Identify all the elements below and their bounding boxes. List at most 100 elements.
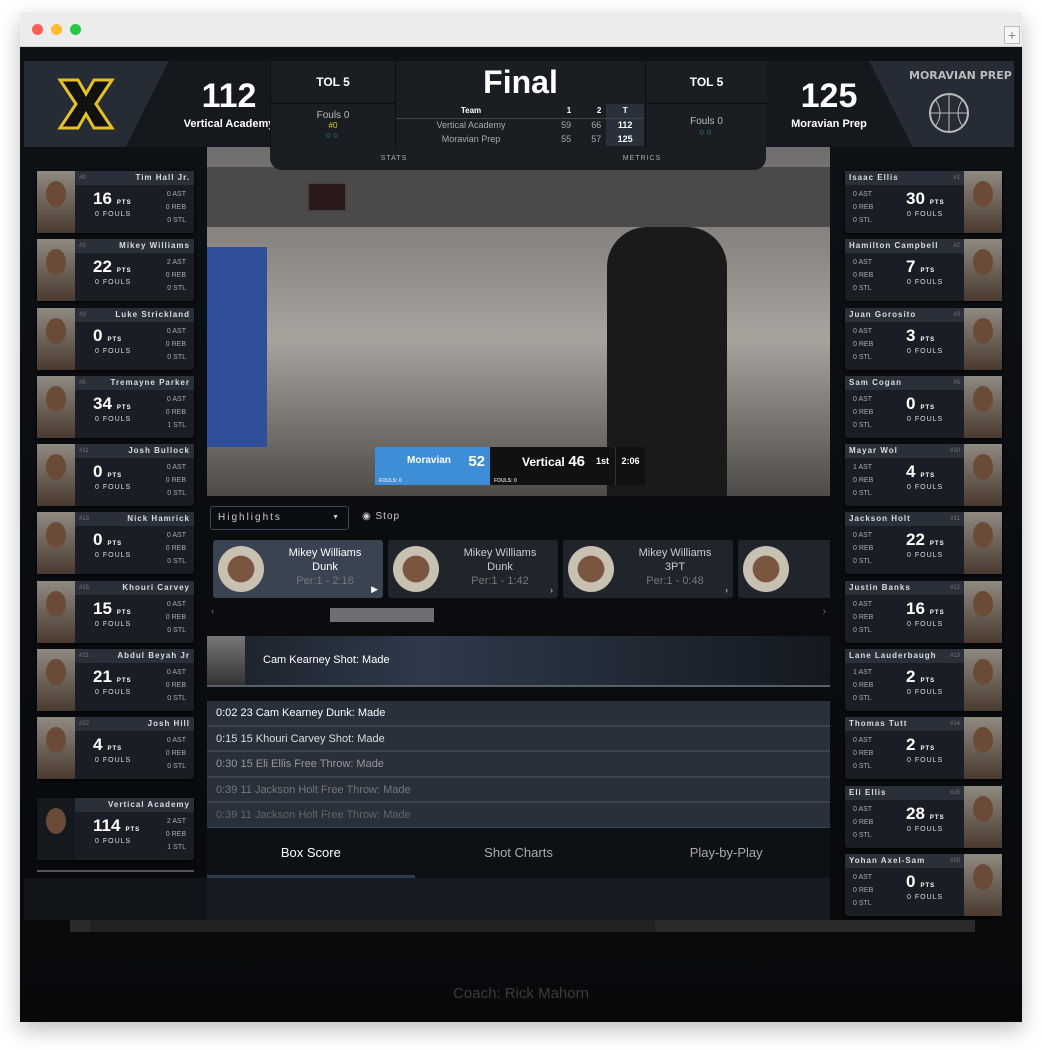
chevron-right-icon[interactable]: ›: [725, 585, 728, 595]
pts-label: PTS: [920, 336, 936, 343]
play-by-play-row[interactable]: 0:30 15 Eli Ellis Free Throw: Made: [207, 752, 830, 778]
chevron-left-icon[interactable]: ‹: [211, 606, 214, 617]
player-card[interactable]: #20 Yohan Axel-Sam 0 PTS 0 FOULS 0 AST 0 RE…: [845, 853, 1002, 916]
fouls: 0: [907, 484, 912, 492]
new-tab-button[interactable]: +: [1004, 26, 1020, 44]
player-name: Isaac Ellis: [849, 173, 899, 182]
chevron-down-icon: ▼: [332, 514, 341, 521]
ast-label: AST: [858, 737, 873, 745]
play-by-play-row[interactable]: 0:15 15 Khouri Carvey Shot: Made: [207, 726, 830, 752]
player-card[interactable]: #3 Luke Strickland 0 PTS 0 FOULS 0 AST 0 RE…: [37, 307, 194, 370]
player-card[interactable]: #12 Justin Banks 16 PTS 0 FOULS 0 AST 0 REB…: [845, 580, 1002, 643]
player-card[interactable]: #15 Khouri Carvey 15 PTS 0 FOULS 0 AST 0 RE…: [37, 580, 194, 643]
jersey-number: #13: [79, 516, 90, 523]
minimize-window-button[interactable]: [51, 24, 62, 35]
home-fouls: Fouls 0: [316, 110, 350, 121]
player-card[interactable]: #1 Isaac Ellis 30 PTS 0 FOULS 0 AST 0 REB 0 …: [845, 171, 1002, 233]
player-card[interactable]: #15 Eli Ellis 28 PTS 0 FOULS 0 AST 0 REB 0 S…: [845, 785, 1002, 848]
player-card[interactable]: #1 Mikey Williams 22 PTS 0 FOULS 2 AST 0 RE…: [37, 239, 194, 302]
player-card[interactable]: #21 Abdul Beyah Jr 21 PTS 0 FOULS 0 AST 0 R…: [37, 649, 194, 712]
player-card[interactable]: Vertical Academy 114 PTS 0 FOULS 2 AST 0 R…: [37, 797, 194, 860]
player-card[interactable]: #5 Tremayne Parker 34 PTS 0 FOULS 0 AST 0 R…: [37, 375, 194, 438]
ast-label: AST: [172, 191, 186, 198]
ast-label: AST: [858, 191, 873, 198]
fouls: 0: [95, 620, 100, 628]
tab-shot-charts[interactable]: Shot Charts: [415, 828, 623, 878]
player-card[interactable]: #0 Tim Hall Jr. 16 PTS 0 FOULS 0 AST 0 REB 0…: [37, 171, 194, 233]
assists: 0: [853, 805, 857, 813]
player-figure: [207, 247, 267, 447]
jersey-number: #11: [950, 516, 960, 523]
bug-home-score: 46: [568, 453, 585, 470]
tab-metrics[interactable]: METRICS: [518, 147, 766, 170]
tab-stats[interactable]: STATS: [270, 147, 518, 170]
player-card[interactable]: #22 Josh Hill 4 PTS 0 FOULS 0 AST 0 REB 0 ST…: [37, 717, 194, 780]
jersey-number: #2: [953, 243, 960, 250]
steals: 0: [853, 217, 857, 224]
scrollbar-thumb[interactable]: [90, 920, 655, 932]
highlight-card[interactable]: Mikey Williams Dunk Per:1 - 2:18 ▶: [213, 540, 383, 598]
play-by-play-row[interactable]: 0:02 23 Cam Kearney Dunk: Made: [207, 701, 830, 727]
points: 22: [93, 257, 112, 277]
jersey-number: #1: [79, 243, 86, 250]
close-window-button[interactable]: [32, 24, 43, 35]
points: 0: [906, 393, 916, 413]
away-timeouts-box: TOL 5 Fouls 0 ○○: [645, 61, 767, 147]
steals: 0: [853, 626, 857, 634]
play-by-play-row[interactable]: 0:39 11 Jackson Holt Free Throw: Made: [207, 777, 830, 803]
pts-label: PTS: [929, 814, 945, 821]
player-card[interactable]: #11 Jackson Holt 22 PTS 0 FOULS 0 AST 0 REB…: [845, 512, 1002, 575]
play-by-play-row[interactable]: 0:39 11 Jackson Holt Free Throw: Made: [207, 803, 830, 829]
fouls-label: FOULS: [914, 825, 944, 833]
rebounds: 0: [853, 613, 857, 621]
ls-header-total: T: [606, 104, 644, 119]
highlight-card[interactable]: Mikey Williams Dunk Per:1 - 1:42 ›: [388, 540, 558, 598]
fouls: 0: [95, 211, 100, 218]
rebounds: 0: [853, 204, 857, 211]
player-card[interactable]: #13 Nick Hamrick 0 PTS 0 FOULS 0 AST 0 REB 0…: [37, 512, 194, 575]
highlight-player: Just: [796, 546, 830, 560]
ast-label: AST: [858, 259, 873, 267]
chevron-right-icon[interactable]: ›: [823, 606, 826, 617]
player-card[interactable]: #14 Thomas Tutt 2 PTS 0 FOULS 0 AST 0 REB 0 …: [845, 717, 1002, 780]
maximize-window-button[interactable]: [70, 24, 81, 35]
tab-play-by-play[interactable]: Play-by-Play: [622, 828, 830, 878]
player-photo: [964, 717, 1002, 780]
player-card[interactable]: #5 Sam Cogan 0 PTS 0 FOULS 0 AST 0 REB 0 STL: [845, 375, 1002, 438]
highlight-card[interactable]: Mikey Williams 3PT Per:1 - 0:48 ›: [563, 540, 733, 598]
horizontal-scrollbar[interactable]: [70, 920, 975, 932]
scrollbar-thumb[interactable]: [330, 608, 434, 622]
stop-button[interactable]: ◉ Stop: [362, 511, 400, 522]
player-card[interactable]: #13 Lane Lauderbaugh 2 PTS 0 FOULS 1 AST 0 …: [845, 649, 1002, 712]
pts-label: PTS: [116, 268, 132, 275]
highlights-dropdown[interactable]: Highlights ▼: [210, 506, 349, 530]
steals: 0: [167, 285, 172, 293]
roster-divider: [37, 870, 194, 872]
pts-label: PTS: [920, 678, 936, 685]
jersey-number: #15: [949, 789, 960, 796]
video-player[interactable]: Moravian 52 FOULS: 0 Vertical 46 FOULS: …: [207, 147, 830, 496]
ls-team: Vertical Academy: [436, 120, 506, 131]
player-card[interactable]: #10 Mayar Wol 4 PTS 0 FOULS 1 AST 0 REB 0 ST…: [845, 444, 1002, 507]
play-icon[interactable]: ▶: [371, 584, 378, 595]
reb-label: REB: [858, 204, 874, 211]
reb-label: REB: [858, 886, 874, 894]
carousel-scrollbar[interactable]: ‹ ›: [207, 606, 830, 622]
tab-box-score[interactable]: Box Score: [207, 828, 415, 878]
player-card[interactable]: #11 Josh Bullock 0 PTS 0 FOULS 0 AST 0 REB 0…: [37, 444, 194, 507]
pts-label: PTS: [107, 746, 123, 753]
player-card[interactable]: #2 Hamilton Campbell 7 PTS 0 FOULS 0 AST 0 …: [845, 239, 1002, 302]
player-photo: [37, 307, 75, 370]
pts-label: PTS: [116, 200, 132, 206]
player-card[interactable]: #3 Juan Gorosito 3 PTS 0 FOULS 0 AST 0 REB 0…: [845, 307, 1002, 370]
reb-label: REB: [171, 477, 186, 485]
highlight-time: Per: [796, 560, 830, 574]
reb-label: REB: [858, 545, 874, 553]
chevron-right-icon[interactable]: ›: [550, 585, 553, 595]
ls-row-away: Moravian Prep 55 57 125: [396, 132, 644, 146]
ast-label: AST: [858, 395, 873, 403]
scoreboard-header: 112 Vertical Academy TOL 5 Fouls 0 #0 ○○…: [24, 61, 1014, 147]
highlight-card[interactable]: JustPer›: [738, 540, 830, 598]
jersey-number: #22: [79, 721, 90, 728]
away-possession-indicators: ○○: [699, 127, 714, 137]
